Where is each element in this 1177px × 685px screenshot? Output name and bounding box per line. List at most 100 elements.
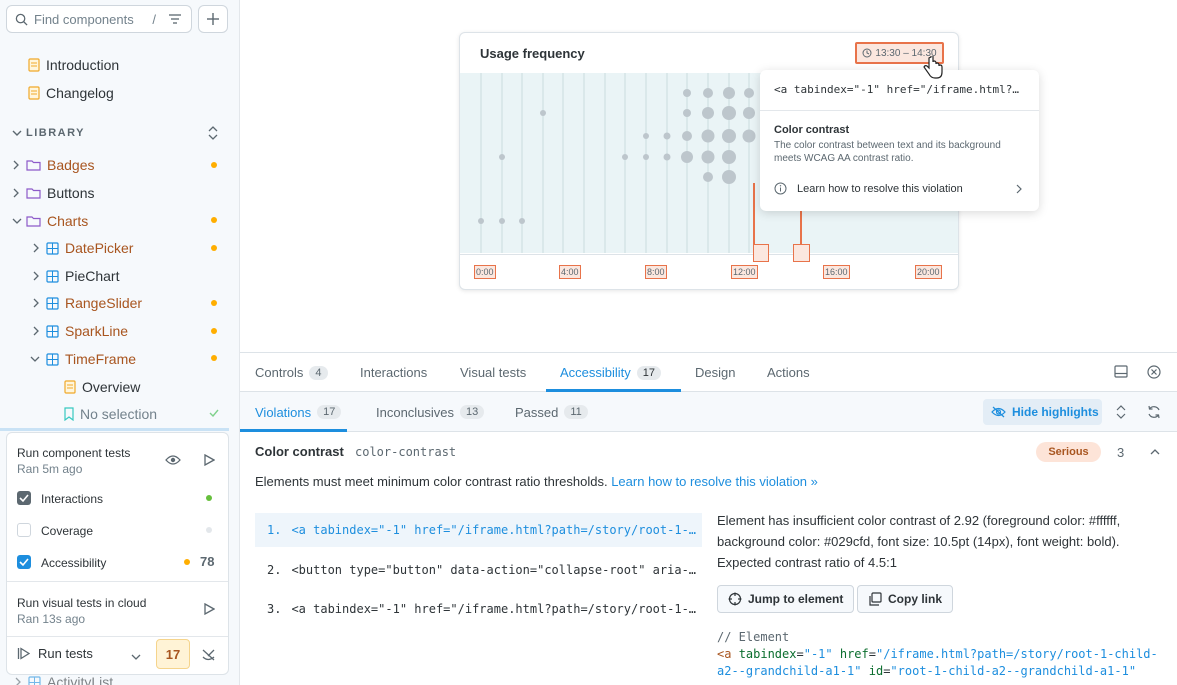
component-icon [46, 296, 59, 310]
jump-to-element-button[interactable]: Jump to element [717, 585, 855, 613]
chevron-right-icon[interactable] [1016, 184, 1023, 194]
play-icon[interactable] [204, 603, 215, 615]
sidebar-item-label: TimeFrame [65, 351, 137, 367]
tab-inconclusives[interactable]: Inconclusives 13 [376, 392, 485, 432]
chevron-right-icon [15, 677, 21, 685]
sidebar-item-sparkline[interactable]: SparkLine [32, 318, 128, 344]
sidebar-item-introduction[interactable]: Introduction [28, 52, 119, 78]
rule-title[interactable]: Color contrast [255, 444, 344, 459]
search-input[interactable]: Find components / [6, 5, 192, 33]
chevron-up-icon[interactable] [1150, 448, 1160, 455]
tab-visual-tests[interactable]: Visual tests [460, 353, 526, 392]
axis-tick: 20:00 [915, 265, 942, 279]
sidebar-item-badges[interactable]: Badges [12, 152, 94, 178]
component-icon [46, 269, 59, 283]
sidebar-item-piechart[interactable]: PieChart [32, 263, 119, 289]
run-visual-tests-label: Run visual tests in cloud [17, 596, 147, 610]
sidebar-item-buttons[interactable]: Buttons [12, 180, 94, 206]
check-icon [19, 494, 29, 503]
sidebar-item-label: Badges [47, 157, 95, 173]
run-tests-button[interactable]: Run tests [17, 646, 93, 661]
addons-panel: Controls 4 Interactions Visual tests Acce… [240, 352, 1177, 685]
list-item[interactable]: 1. <a tabindex="-1" href="/iframe.html?pa… [255, 513, 702, 547]
accessibility-count[interactable]: 78 [200, 554, 214, 569]
sidebar-item-rangeslider[interactable]: RangeSlider [32, 290, 142, 316]
chevron-down-icon[interactable] [131, 653, 141, 661]
node-code: <button type="button" data-action="colla… [291, 563, 697, 577]
sidebar-item-charts[interactable]: Charts [12, 208, 88, 234]
status-dot [211, 328, 217, 334]
eye-icon[interactable] [165, 454, 181, 466]
refresh-icon[interactable] [1147, 405, 1161, 419]
panel-layout-icon[interactable] [1114, 365, 1128, 378]
tab-actions[interactable]: Actions [767, 353, 810, 392]
rule-id: color-contrast [355, 445, 457, 459]
tab-label: Visual tests [460, 365, 527, 380]
section-label-library[interactable]: LIBRARY [26, 127, 85, 139]
sidebar-item-no-selection[interactable]: No selection [64, 401, 157, 427]
sidebar-item-label: DatePicker [65, 240, 134, 256]
node-code: <a tabindex="-1" href="/iframe.html?path… [291, 602, 697, 616]
popover-learn-link[interactable]: Learn how to resolve this violation [797, 183, 963, 195]
accessibility-label: Accessibility [41, 556, 107, 570]
tab-interactions[interactable]: Interactions [360, 353, 427, 392]
folder-icon [26, 160, 41, 171]
hide-highlights-button[interactable]: Hide highlights [983, 399, 1102, 425]
learn-link[interactable]: Learn how to resolve this violation » [611, 474, 818, 489]
code-token: href [839, 647, 869, 661]
chevron-down-icon[interactable] [12, 129, 22, 137]
sidebar-item-label: PieChart [65, 268, 120, 284]
copy-icon [869, 592, 882, 606]
sidebar-item-label: ActivityList [47, 674, 114, 685]
play-icon [17, 647, 30, 660]
selection-indicator [0, 428, 229, 431]
status-dot [211, 217, 217, 223]
sidebar-item-label: Introduction [46, 57, 120, 73]
interactions-checkbox[interactable] [17, 491, 31, 505]
expand-collapse-icon[interactable] [207, 125, 219, 141]
hide-highlights-label: Hide highlights [1012, 405, 1099, 419]
range-handle-right[interactable] [793, 244, 810, 262]
status-dot [211, 300, 217, 306]
status-dot [206, 495, 212, 501]
list-item[interactable]: 3. <a tabindex="-1" href="/iframe.html?pa… [255, 592, 702, 626]
sidebar-item-changelog[interactable]: Changelog [28, 80, 114, 106]
tab-violations[interactable]: Violations 17 [255, 392, 342, 432]
tab-accessibility[interactable]: Accessibility 17 [560, 353, 662, 392]
sidebar-item-timeframe[interactable]: TimeFrame [30, 346, 136, 372]
search-icon [15, 13, 28, 26]
tab-label: Design [695, 365, 736, 380]
element-code: // Element <a tabindex="-1" href="/ifram… [717, 630, 1158, 678]
filter-icon[interactable] [168, 13, 182, 25]
chevron-right-icon [33, 271, 39, 281]
coverage-checkbox[interactable] [17, 523, 31, 537]
tab-design[interactable]: Design [695, 353, 735, 392]
play-icon[interactable] [204, 454, 215, 466]
expand-collapse-icon[interactable] [1116, 404, 1126, 420]
node-number: 3. [267, 602, 282, 616]
close-icon[interactable] [1147, 365, 1161, 379]
sidebar-item-label: SparkLine [65, 323, 129, 339]
status-dot [206, 527, 212, 533]
document-icon [28, 86, 40, 100]
eye-off-icon [991, 406, 1006, 418]
node-code: <a tabindex="-1" href="/iframe.html?path… [291, 523, 697, 537]
tab-label: Actions [767, 365, 810, 380]
accessibility-checkbox[interactable] [17, 555, 31, 569]
testing-module-icon[interactable] [201, 648, 216, 662]
copy-link-button[interactable]: Copy link [857, 585, 954, 613]
test-count-badge[interactable]: 17 [156, 639, 190, 669]
range-handle-left[interactable] [753, 244, 769, 262]
violation-detail: Element has insufficient color contrast … [717, 513, 1121, 570]
sidebar-item-overview[interactable]: Overview [64, 374, 140, 400]
tab-controls[interactable]: Controls 4 [255, 353, 328, 392]
divider [7, 636, 228, 637]
coverage-label: Coverage [41, 524, 94, 538]
popover-description: The color contrast between text and its … [774, 140, 1001, 164]
component-icon [28, 675, 41, 685]
list-item[interactable]: 2. <button type="button" data-action="col… [255, 553, 702, 587]
add-button[interactable] [198, 5, 228, 33]
severity-badge: Serious [1036, 442, 1101, 462]
tab-passed[interactable]: Passed 11 [515, 392, 588, 432]
sidebar-item-datepicker[interactable]: DatePicker [32, 235, 133, 261]
